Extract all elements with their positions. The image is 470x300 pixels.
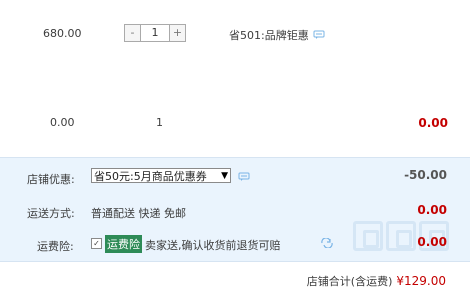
dropdown-arrow-icon: ▼ xyxy=(221,171,228,181)
qty-minus-button[interactable]: - xyxy=(124,24,141,42)
shop-discount-selected: 省50元:5月商品优惠券 xyxy=(94,170,207,183)
shipping-label: 运送方式: xyxy=(27,207,75,220)
shop-total: 店铺合计(含运费) ¥129.00 xyxy=(307,273,446,289)
promo-info: 省501:品牌钜惠 xyxy=(229,27,325,43)
refresh-icon[interactable] xyxy=(320,237,334,251)
divider xyxy=(0,261,470,262)
insurance-amount: 0.00 xyxy=(417,235,447,249)
chat-bubble-icon[interactable] xyxy=(313,30,325,40)
chat-bubble-icon[interactable] xyxy=(238,172,250,182)
insurance-label: 运费险: xyxy=(37,240,74,253)
item-subtotal-2: 0.00 xyxy=(418,116,448,130)
qty-plus-button[interactable]: + xyxy=(169,24,186,42)
item-price: 680.00 xyxy=(43,27,82,40)
quantity-stepper[interactable]: - 1 + xyxy=(124,24,186,42)
insurance-text: 卖家送,确认收货前退货可赔 xyxy=(145,239,281,252)
shop-discount-label: 店铺优惠: xyxy=(27,173,75,186)
shop-total-value: ¥129.00 xyxy=(396,274,446,288)
shipping-method: 普通配送 快递 免邮 xyxy=(91,207,186,220)
shipping-amount: 0.00 xyxy=(417,203,447,217)
shop-total-label: 店铺合计(含运费) xyxy=(306,275,393,288)
qty-input[interactable]: 1 xyxy=(141,24,169,42)
shop-discount-amount: -50.00 xyxy=(404,168,447,182)
divider xyxy=(0,157,470,158)
insurance-checkbox[interactable]: ✓ xyxy=(91,238,102,249)
item-price-2: 0.00 xyxy=(50,116,75,129)
item-qty-2: 1 xyxy=(156,116,163,129)
insurance-badge: 运费险 xyxy=(105,235,142,253)
promo-text: 省501:品牌钜惠 xyxy=(229,29,309,42)
shop-discount-select[interactable]: 省50元:5月商品优惠券 ▼ xyxy=(91,168,231,183)
